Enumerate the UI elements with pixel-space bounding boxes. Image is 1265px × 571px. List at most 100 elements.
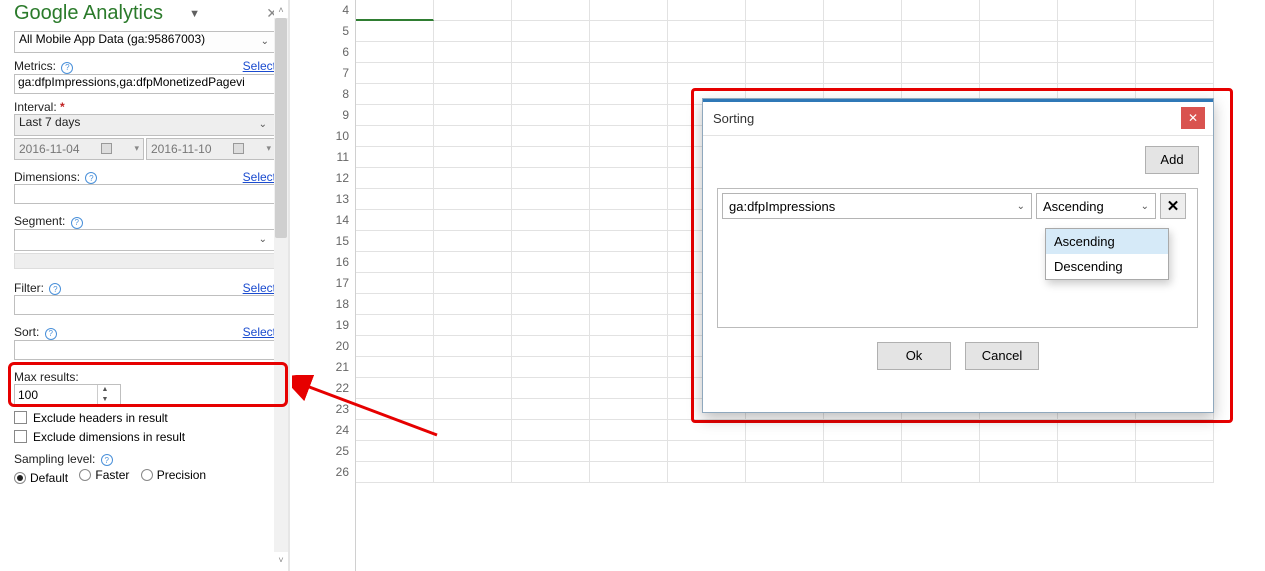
cell[interactable] (434, 252, 512, 273)
sampling-faster-radio[interactable]: Faster (79, 468, 129, 482)
cell[interactable] (980, 63, 1058, 84)
cell[interactable] (512, 189, 590, 210)
row-number[interactable]: 4 (318, 0, 356, 21)
cell[interactable] (590, 252, 668, 273)
cell[interactable] (512, 378, 590, 399)
cell[interactable] (590, 210, 668, 231)
cell[interactable] (590, 357, 668, 378)
exclude-headers-checkbox[interactable]: Exclude headers in result (14, 411, 276, 425)
metrics-select-link[interactable]: Select (243, 59, 276, 73)
cell[interactable] (356, 294, 434, 315)
cell[interactable] (434, 315, 512, 336)
dialog-close-button[interactable]: ✕ (1181, 107, 1205, 129)
row-number[interactable]: 7 (318, 63, 356, 84)
cell[interactable] (356, 441, 434, 462)
cell[interactable] (512, 126, 590, 147)
cell[interactable] (434, 84, 512, 105)
row-number[interactable]: 21 (318, 357, 356, 378)
date-to[interactable]: 2016-11-10▾ (146, 138, 276, 160)
cell[interactable] (746, 21, 824, 42)
cell[interactable] (980, 0, 1058, 21)
cell[interactable] (824, 462, 902, 483)
cell[interactable] (512, 84, 590, 105)
row-number[interactable]: 26 (318, 462, 356, 483)
cell[interactable] (1136, 42, 1214, 63)
cell[interactable] (1136, 0, 1214, 21)
cell[interactable] (356, 147, 434, 168)
cell[interactable] (512, 168, 590, 189)
help-icon[interactable]: ? (85, 172, 97, 184)
panel-menu-icon[interactable]: ▼ (189, 8, 200, 20)
cell[interactable] (512, 273, 590, 294)
row-number[interactable]: 11 (318, 147, 356, 168)
cell[interactable] (590, 42, 668, 63)
cell[interactable] (668, 63, 746, 84)
cell[interactable] (746, 63, 824, 84)
cell[interactable] (512, 42, 590, 63)
cell[interactable] (590, 336, 668, 357)
remove-sort-button[interactable]: ✕ (1160, 193, 1186, 219)
cell[interactable] (356, 357, 434, 378)
metrics-input[interactable]: ga:dfpImpressions,ga:dfpMonetizedPagevi (14, 74, 276, 94)
row-number[interactable]: 5 (318, 21, 356, 42)
cell[interactable] (434, 168, 512, 189)
cell[interactable] (1058, 420, 1136, 441)
cell[interactable] (356, 105, 434, 126)
cell[interactable] (512, 63, 590, 84)
help-icon[interactable]: ? (101, 454, 113, 466)
cell[interactable] (590, 294, 668, 315)
cell[interactable] (512, 147, 590, 168)
cell[interactable] (590, 378, 668, 399)
sort-select-link[interactable]: Select (243, 325, 276, 339)
cell[interactable] (590, 231, 668, 252)
cell[interactable] (512, 294, 590, 315)
cell[interactable] (512, 210, 590, 231)
cell[interactable] (356, 462, 434, 483)
cell[interactable] (356, 168, 434, 189)
cell[interactable] (590, 315, 668, 336)
cell[interactable] (434, 336, 512, 357)
cell[interactable] (746, 42, 824, 63)
cell[interactable] (980, 462, 1058, 483)
cell[interactable] (980, 42, 1058, 63)
row-number[interactable]: 22 (318, 378, 356, 399)
cell[interactable] (590, 273, 668, 294)
option-descending[interactable]: Descending (1046, 254, 1168, 279)
cell[interactable] (1058, 0, 1136, 21)
cancel-button[interactable]: Cancel (965, 342, 1039, 370)
cell[interactable] (824, 0, 902, 21)
cell[interactable] (434, 147, 512, 168)
cell[interactable] (356, 399, 434, 420)
cell[interactable] (668, 420, 746, 441)
cell[interactable] (356, 315, 434, 336)
sort-field-select[interactable]: ga:dfpImpressions⌄ (722, 193, 1032, 219)
cell[interactable] (356, 420, 434, 441)
cell[interactable] (980, 21, 1058, 42)
cell[interactable] (1136, 21, 1214, 42)
cell[interactable] (356, 126, 434, 147)
cell[interactable] (434, 105, 512, 126)
cell[interactable] (1058, 462, 1136, 483)
cell[interactable] (590, 21, 668, 42)
cell[interactable] (512, 441, 590, 462)
cell[interactable] (746, 462, 824, 483)
row-number[interactable]: 9 (318, 105, 356, 126)
cell[interactable] (1058, 63, 1136, 84)
cell[interactable] (902, 63, 980, 84)
help-icon[interactable]: ? (49, 283, 61, 295)
cell[interactable] (512, 105, 590, 126)
date-from[interactable]: 2016-11-04▾ (14, 138, 144, 160)
cell[interactable] (1058, 21, 1136, 42)
cell[interactable] (512, 21, 590, 42)
filter-input[interactable] (14, 295, 276, 315)
cell[interactable] (512, 420, 590, 441)
cell[interactable] (434, 420, 512, 441)
filter-select-link[interactable]: Select (243, 281, 276, 295)
cell[interactable] (590, 105, 668, 126)
cell[interactable] (1058, 441, 1136, 462)
cell[interactable] (668, 0, 746, 21)
cell[interactable] (434, 294, 512, 315)
cell[interactable] (434, 63, 512, 84)
cell[interactable] (356, 210, 434, 231)
cell[interactable] (590, 0, 668, 21)
